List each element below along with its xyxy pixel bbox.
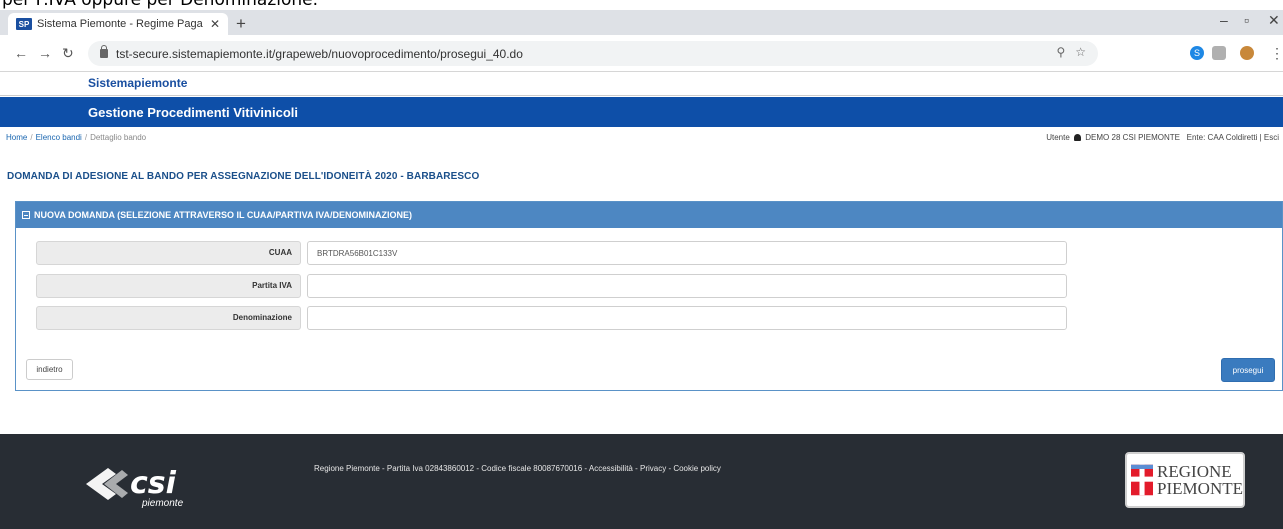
footer: csi piemonte Regione Piemonte - Partita …	[0, 434, 1283, 529]
cuaa-label: CUAA	[36, 241, 301, 265]
portal-header: Sistemapiemonte	[0, 72, 1283, 96]
collapse-icon[interactable]	[22, 211, 30, 219]
form-row-denominazione: Denominazione	[36, 306, 1067, 330]
zoom-and-bookmark-icons[interactable]: ⚲ ☆	[1056, 45, 1086, 59]
user-name: DEMO 28 CSI PIEMONTE	[1085, 133, 1180, 142]
address-bar[interactable]: tst-secure.sistemapiemonte.it/grapeweb/n…	[88, 41, 1098, 66]
tab-title: Sistema Piemonte - Regime Paga	[37, 18, 203, 30]
denominazione-label: Denominazione	[36, 306, 301, 330]
back-arrow-icon[interactable]: ←	[14, 45, 28, 61]
reload-icon[interactable]: ↻	[62, 45, 74, 62]
breadcrumb: Home / Elenco bandi / Dettaglio bando	[6, 133, 147, 142]
user-label: Utente	[1046, 133, 1070, 142]
new-application-panel: NUOVA DOMANDA (SELEZIONE ATTRAVERSO IL C…	[15, 201, 1283, 391]
partita-iva-label: Partita IVA	[36, 274, 301, 298]
pdf-extension-icon[interactable]	[1212, 46, 1226, 60]
ente-label: Ente: CAA Coldiretti |	[1186, 133, 1262, 142]
maximize-icon[interactable]: ▫	[1244, 12, 1249, 28]
browser-tab-strip: SP Sistema Piemonte - Regime Paga ✕ + – …	[0, 10, 1283, 35]
application-title: Gestione Procedimenti Vitivinicoli	[88, 105, 298, 120]
url-text: tst-secure.sistemapiemonte.it/grapeweb/n…	[116, 46, 523, 61]
browser-menu-icon[interactable]: ⋮	[1270, 45, 1283, 62]
region-name-line1: REGIONE	[1157, 462, 1232, 481]
accessibility-link[interactable]: Accessibilità	[589, 464, 633, 473]
form-row-cuaa: CUAA	[36, 241, 1067, 265]
user-icon	[1074, 134, 1082, 141]
forward-arrow-icon[interactable]: →	[38, 45, 52, 61]
partita-iva-input[interactable]	[307, 274, 1067, 298]
breadcrumb-current: Dettaglio bando	[90, 133, 147, 142]
cookie-policy-link[interactable]: Cookie policy	[673, 464, 721, 473]
back-button[interactable]: indietro	[26, 359, 73, 380]
close-tab-icon[interactable]: ✕	[210, 17, 220, 31]
close-window-icon[interactable]: ✕	[1268, 12, 1280, 29]
portal-brand[interactable]: Sistemapiemonte	[88, 76, 187, 90]
favicon-icon: SP	[16, 18, 32, 30]
piemonte-flag-icon	[1131, 464, 1154, 496]
cuaa-input[interactable]	[307, 241, 1067, 265]
user-info: Utente DEMO 28 CSI PIEMONTE Ente: CAA Co…	[1046, 133, 1279, 142]
profile-avatar-icon[interactable]	[1240, 46, 1254, 60]
panel-title: NUOVA DOMANDA (SELEZIONE ATTRAVERSO IL C…	[34, 210, 412, 220]
footer-legal-text: Regione Piemonte - Partita Iva 028438600…	[314, 464, 589, 473]
continue-button[interactable]: prosegui	[1221, 358, 1275, 382]
application-bar: Gestione Procedimenti Vitivinicoli	[0, 97, 1283, 127]
footer-info: Regione Piemonte - Partita Iva 028438600…	[314, 464, 721, 473]
csi-brand-text: csi	[130, 466, 177, 501]
breadcrumb-elenco-bandi[interactable]: Elenco bandi	[36, 133, 82, 142]
form-row-partita-iva: Partita IVA	[36, 274, 1067, 298]
privacy-link[interactable]: Privacy	[640, 464, 666, 473]
new-tab-icon[interactable]: +	[236, 14, 246, 34]
lock-icon	[100, 45, 108, 58]
regione-piemonte-logo: REGIONE PIEMONTE	[1125, 452, 1245, 508]
csi-piemonte-logo: csi piemonte	[86, 466, 184, 509]
page-title: DOMANDA DI ADESIONE AL BANDO PER ASSEGNA…	[7, 171, 480, 182]
csi-sub-text: piemonte	[141, 498, 184, 509]
denominazione-input[interactable]	[307, 306, 1067, 330]
browser-toolbar: ← → ↻ tst-secure.sistemapiemonte.it/grap…	[0, 35, 1283, 72]
region-name-line2: PIEMONTE	[1157, 479, 1243, 498]
breadcrumb-home[interactable]: Home	[6, 133, 27, 142]
minimize-icon[interactable]: –	[1220, 12, 1228, 28]
document-caption: per P.IVA oppure per Denominazione.	[0, 0, 1283, 10]
browser-tab[interactable]: SP Sistema Piemonte - Regime Paga ✕	[8, 13, 228, 35]
skype-extension-icon[interactable]: S	[1190, 46, 1204, 60]
logout-link[interactable]: Esci	[1264, 133, 1279, 142]
panel-header[interactable]: NUOVA DOMANDA (SELEZIONE ATTRAVERSO IL C…	[16, 202, 1282, 228]
